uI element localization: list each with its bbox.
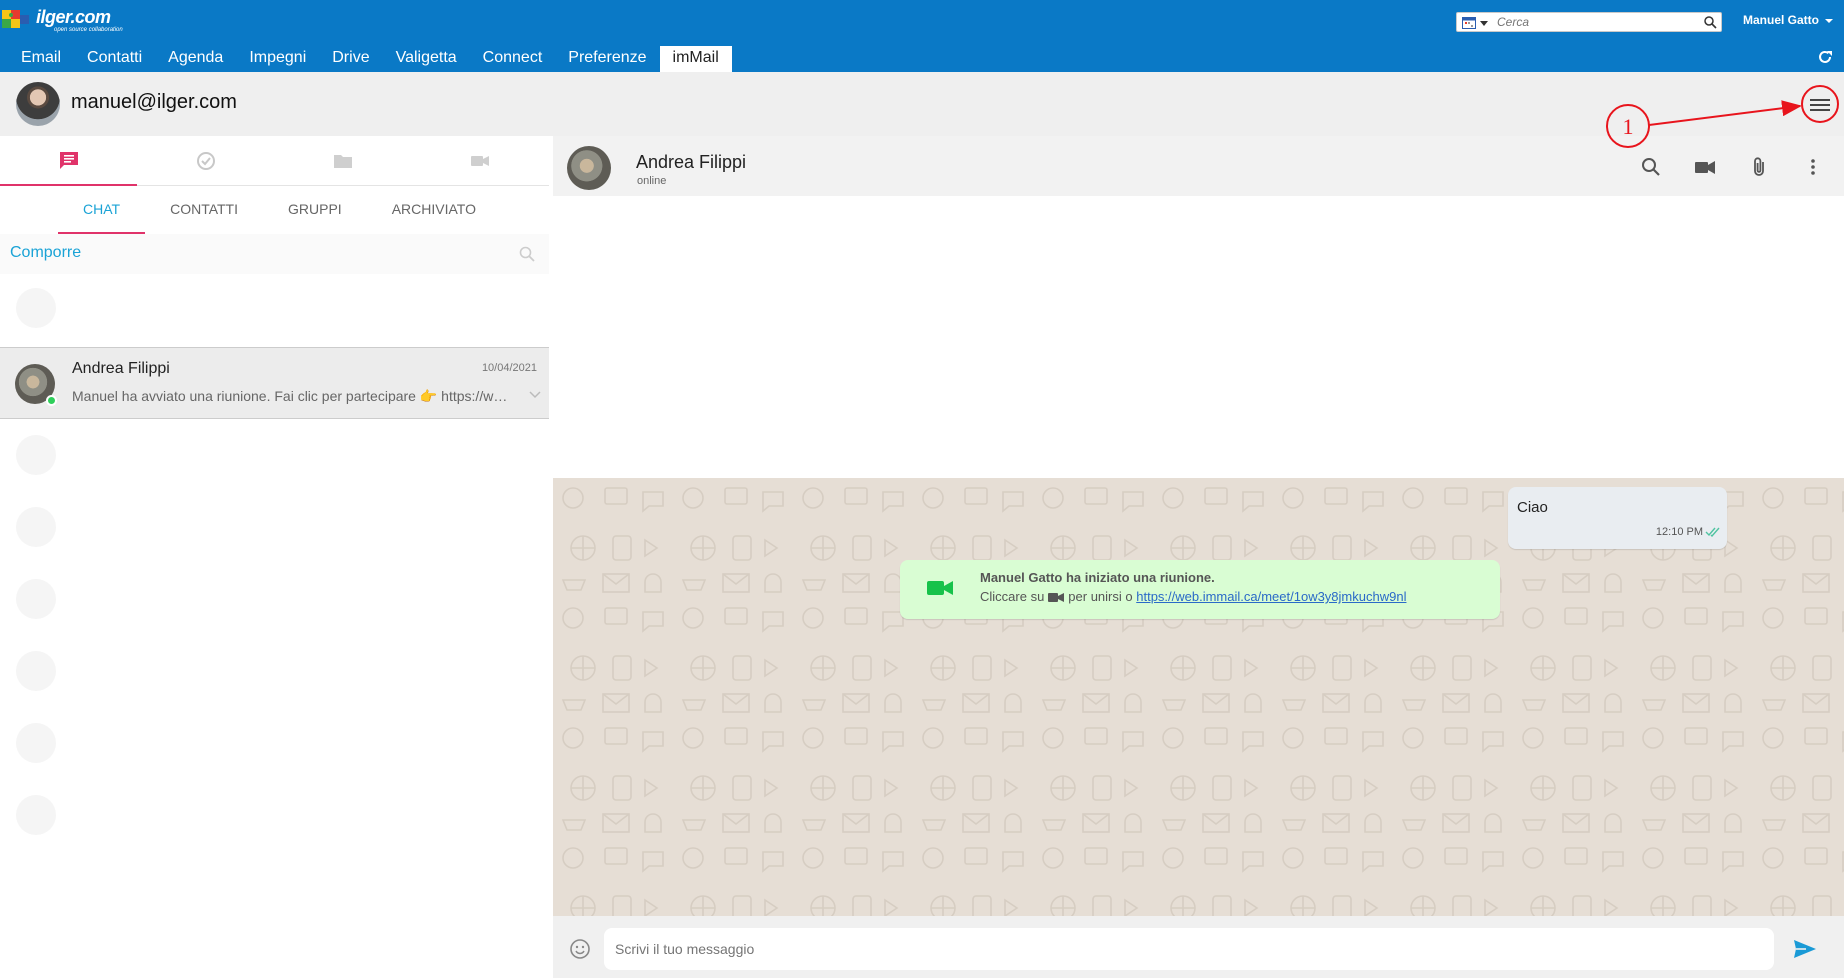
subtab-gruppi[interactable]: GRUPPI [263,186,367,234]
nav-valigetta[interactable]: Valigetta [383,46,470,72]
chat-list-item[interactable]: Andrea Filippi 10/04/2021 Manuel ha avvi… [0,347,549,419]
search-scope-dropdown[interactable] [1480,21,1488,26]
account-email: manuel@ilger.com [71,91,237,113]
avatar[interactable] [16,82,60,126]
avatar [16,795,56,835]
nav-connect[interactable]: Connect [470,46,556,72]
check-circle-icon [196,152,215,170]
meeting-link[interactable]: https://web.immail.ca/meet/1ow3y8jmkuchw… [1136,589,1406,604]
list-item-placeholder [0,493,549,565]
user-name: Manuel Gatto [1743,13,1820,27]
avatar [16,723,56,763]
nav-impegni[interactable]: Impegni [236,46,319,72]
meeting-notification: Manuel Gatto ha iniziato una riunione. C… [900,560,1500,619]
message-time: 12:10 PM [1655,526,1703,538]
more-vertical-icon[interactable] [1802,156,1824,178]
hamburger-menu-icon[interactable] [1806,94,1834,116]
folder-icon [333,155,352,168]
user-menu[interactable]: Manuel Gatto [1743,13,1834,27]
meeting-prefix: Cliccare su [980,589,1045,604]
subtab-chat[interactable]: CHAT [58,186,146,234]
search-icon[interactable] [518,245,536,263]
meeting-title: Manuel Gatto ha iniziato una riunione. [980,570,1215,585]
nav-drive[interactable]: Drive [319,46,382,72]
contact-status: online [637,175,667,187]
tab-files[interactable] [274,136,411,186]
video-camera-icon [927,581,953,595]
calendar-icon[interactable] [1462,16,1476,29]
subtab-archiviato[interactable]: ARCHIVIATO [367,186,501,234]
chat-contact-name: Andrea Filippi [72,360,170,377]
tab-chats[interactable] [0,136,137,186]
message-input[interactable] [604,928,1774,970]
online-status-dot [46,395,57,406]
avatar [16,579,56,619]
nav-preferenze[interactable]: Preferenze [555,46,659,72]
outgoing-message-bubble[interactable]: Ciao 12:10 PM [1508,487,1727,549]
video-camera-icon[interactable] [1048,592,1065,603]
avatar [16,288,56,328]
list-item-placeholder [0,274,549,346]
avatar[interactable] [567,146,611,190]
list-item-placeholder [0,565,549,637]
meeting-instructions: Cliccare su per unirsi o https://web.imma… [980,589,1406,604]
logo-subtitle: open source collaboration [54,27,123,33]
chevron-down-icon [1825,18,1834,23]
account-header [0,72,1844,136]
paperclip-icon[interactable] [1748,156,1770,178]
list-item-placeholder [0,781,549,853]
list-item-placeholder [0,637,549,709]
top-bar: ilger.com open source collaboration Manu… [0,0,1844,72]
nav-contatti[interactable]: Contatti [74,46,155,72]
main-nav: Email Contatti Agenda Impegni Drive Vali… [8,46,732,72]
nav-agenda[interactable]: Agenda [155,46,236,72]
chat-subtabs: CHAT CONTATTI GRUPPI ARCHIVIATO [58,186,501,234]
conversation-top-area [553,196,1844,478]
avatar [16,507,56,547]
puzzle-logo-icon [2,10,29,28]
search-icon[interactable] [1703,15,1717,29]
double-check-icon [1705,527,1720,537]
compose-bar[interactable]: Comporre [0,234,549,274]
search-input[interactable] [1497,14,1697,30]
logo[interactable]: ilger.com open source collaboration [2,4,132,34]
chat-date: 10/04/2021 [481,362,537,374]
emoji-icon[interactable] [569,938,591,960]
conversation-contact-name[interactable]: Andrea Filippi [636,152,746,173]
sidebar-icon-tabs [0,136,549,186]
subtab-contatti[interactable]: CONTATTI [145,186,263,234]
chat-icon [59,152,78,169]
avatar [16,435,56,475]
video-camera-icon [470,156,489,166]
tab-tasks[interactable] [137,136,274,186]
refresh-icon[interactable] [1816,48,1834,66]
message-composer [553,916,1844,978]
video-camera-icon[interactable] [1694,156,1716,178]
global-search [1456,12,1722,32]
nav-email[interactable]: Email [8,46,74,72]
conversation-header: Andrea Filippi online [553,136,1844,196]
send-icon[interactable] [1793,938,1817,960]
avatar [16,651,56,691]
chevron-down-icon[interactable] [529,390,541,400]
search-icon[interactable] [1640,156,1662,178]
list-item-placeholder [0,709,549,781]
meeting-middle: per unirsi o [1068,589,1133,604]
nav-immail[interactable]: imMail [659,46,732,72]
compose-label: Comporre [10,244,82,261]
tab-meetings[interactable] [411,136,548,186]
message-text: Ciao [1517,499,1548,516]
logo-text: ilger.com [36,7,111,27]
list-item-placeholder [0,421,549,493]
chat-preview: Manuel ha avviato una riunione. Fai clic… [72,388,512,404]
